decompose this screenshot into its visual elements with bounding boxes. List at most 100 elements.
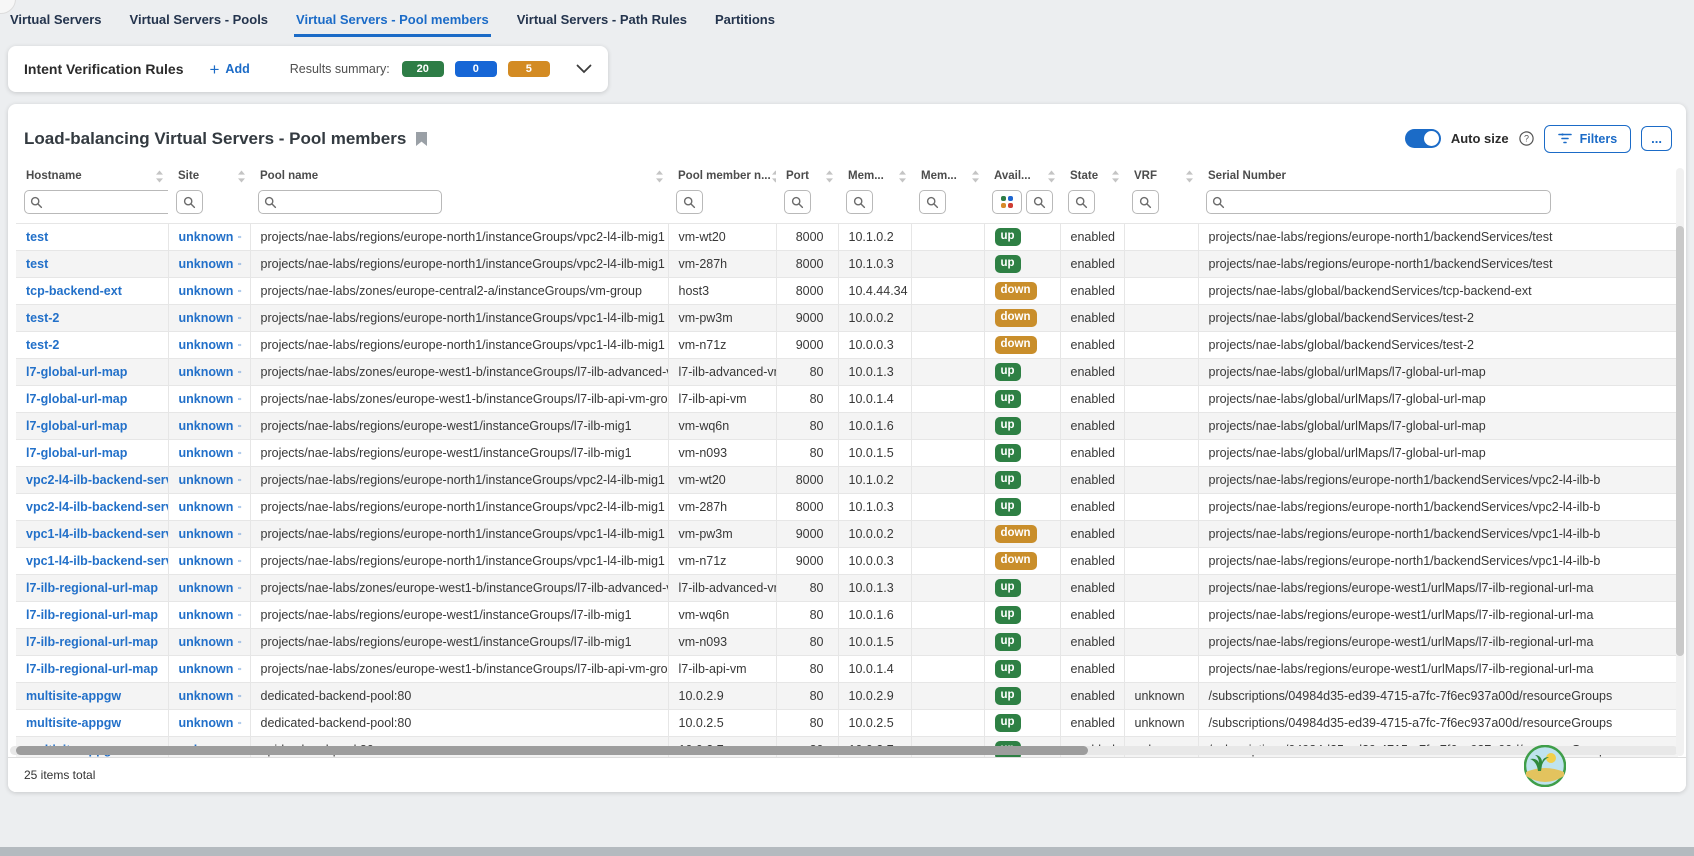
filter-search-pool_name[interactable]: [258, 190, 442, 214]
col-header-state[interactable]: State: [1060, 164, 1124, 188]
hostname-link[interactable]: multisite-appgw: [26, 716, 121, 730]
filter-search-serial[interactable]: [1206, 190, 1551, 214]
hostname-link[interactable]: vpc1-l4-ilb-backend-service: [26, 554, 168, 568]
site-link[interactable]: unknown: [179, 581, 234, 595]
site-link[interactable]: unknown: [179, 554, 234, 568]
results-badge[interactable]: 0: [455, 61, 497, 77]
auto-size-toggle[interactable]: [1405, 129, 1441, 148]
table-row[interactable]: l7-global-url-mapunknownprojects/nae-lab…: [16, 386, 1678, 413]
filter-search-avail[interactable]: [1026, 190, 1053, 214]
filter-search-state[interactable]: [1068, 190, 1095, 214]
site-link[interactable]: unknown: [179, 716, 234, 730]
filter-input-hostname[interactable]: [47, 195, 168, 209]
table-row[interactable]: l7-ilb-regional-url-mapunknownprojects/n…: [16, 656, 1678, 683]
site-link[interactable]: unknown: [179, 365, 234, 379]
bookmark-icon[interactable]: [416, 132, 427, 146]
add-rule-button[interactable]: + Add: [209, 61, 249, 78]
table-row[interactable]: testunknownprojects/nae-labs/regions/eur…: [16, 251, 1678, 278]
sort-icon[interactable]: [237, 170, 246, 183]
site-link[interactable]: unknown: [179, 338, 234, 352]
table-row[interactable]: test-2unknownprojects/nae-labs/regions/e…: [16, 305, 1678, 332]
sort-icon[interactable]: [1047, 170, 1056, 183]
filters-button[interactable]: Filters: [1544, 125, 1632, 153]
table-row[interactable]: multisite-appgwunknowndedicated-backend-…: [16, 710, 1678, 737]
site-link[interactable]: unknown: [179, 257, 234, 271]
tab-virtual-servers-path-rules[interactable]: Virtual Servers - Path Rules: [515, 12, 689, 37]
vertical-scrollbar-thumb[interactable]: [1676, 226, 1684, 656]
filter-search-site[interactable]: [176, 190, 203, 214]
hostname-link[interactable]: test: [26, 230, 48, 244]
col-header-vrf[interactable]: VRF: [1124, 164, 1198, 188]
hostname-link[interactable]: l7-global-url-map: [26, 446, 127, 460]
table-row[interactable]: l7-ilb-regional-url-mapunknownprojects/n…: [16, 575, 1678, 602]
site-link[interactable]: unknown: [179, 662, 234, 676]
col-header-pool_member[interactable]: Pool member n...: [668, 164, 776, 188]
table-row[interactable]: l7-ilb-regional-url-mapunknownprojects/n…: [16, 602, 1678, 629]
hostname-link[interactable]: l7-ilb-regional-url-map: [26, 662, 158, 676]
table-row[interactable]: multisite-appgwunknowndedicated-backend-…: [16, 683, 1678, 710]
col-header-mem1[interactable]: Mem...: [838, 164, 911, 188]
table-row[interactable]: test-2unknownprojects/nae-labs/regions/e…: [16, 332, 1678, 359]
sort-icon[interactable]: [825, 170, 834, 183]
filter-search-port[interactable]: [784, 190, 811, 214]
filter-search-vrf[interactable]: [1132, 190, 1159, 214]
horizontal-scrollbar-thumb[interactable]: [16, 746, 1088, 755]
filter-search-mem1[interactable]: [846, 190, 873, 214]
table-row[interactable]: l7-ilb-regional-url-mapunknownprojects/n…: [16, 629, 1678, 656]
site-link[interactable]: unknown: [179, 635, 234, 649]
vertical-scrollbar[interactable]: [1676, 168, 1684, 756]
sort-icon[interactable]: [155, 170, 164, 183]
hostname-link[interactable]: test: [26, 257, 48, 271]
table-row[interactable]: vpc2-l4-ilb-backend-serviceunknownprojec…: [16, 467, 1678, 494]
sort-icon[interactable]: [971, 170, 980, 183]
sort-icon[interactable]: [771, 170, 776, 183]
site-link[interactable]: unknown: [179, 608, 234, 622]
site-link[interactable]: unknown: [179, 284, 234, 298]
tab-partitions[interactable]: Partitions: [713, 12, 777, 37]
site-link[interactable]: unknown: [179, 311, 234, 325]
col-header-hostname[interactable]: Hostname: [16, 164, 168, 188]
table-row[interactable]: vpc1-l4-ilb-backend-serviceunknownprojec…: [16, 521, 1678, 548]
table-row[interactable]: vpc2-l4-ilb-backend-serviceunknownprojec…: [16, 494, 1678, 521]
filter-input-pool_name[interactable]: [281, 195, 436, 209]
filter-search-pool_member[interactable]: [676, 190, 703, 214]
sort-icon[interactable]: [1111, 170, 1120, 183]
horizontal-scrollbar[interactable]: [10, 746, 1678, 755]
hostname-link[interactable]: l7-ilb-regional-url-map: [26, 608, 158, 622]
hostname-link[interactable]: test-2: [26, 338, 59, 352]
hostname-link[interactable]: l7-global-url-map: [26, 392, 127, 406]
sort-icon[interactable]: [898, 170, 907, 183]
availability-color-filter[interactable]: [992, 190, 1022, 214]
help-icon[interactable]: ?: [1519, 131, 1534, 146]
tab-virtual-servers[interactable]: Virtual Servers: [8, 12, 104, 37]
sort-icon[interactable]: [655, 170, 664, 183]
table-row[interactable]: l7-global-url-mapunknownprojects/nae-lab…: [16, 440, 1678, 467]
site-link[interactable]: unknown: [179, 392, 234, 406]
col-header-mem2[interactable]: Mem...: [911, 164, 984, 188]
tab-virtual-servers-pools[interactable]: Virtual Servers - Pools: [128, 12, 271, 37]
col-header-port[interactable]: Port: [776, 164, 838, 188]
col-header-site[interactable]: Site: [168, 164, 250, 188]
results-badge[interactable]: 5: [508, 61, 550, 77]
table-row[interactable]: tcp-backend-extunknownprojects/nae-labs/…: [16, 278, 1678, 305]
table-row[interactable]: l7-global-url-mapunknownprojects/nae-lab…: [16, 359, 1678, 386]
hostname-link[interactable]: l7-global-url-map: [26, 365, 127, 379]
corner-logo[interactable]: [1524, 745, 1566, 792]
hostname-link[interactable]: test-2: [26, 311, 59, 325]
hostname-link[interactable]: l7-global-url-map: [26, 419, 127, 433]
site-link[interactable]: unknown: [179, 527, 234, 541]
sort-icon[interactable]: [1185, 170, 1194, 183]
site-link[interactable]: unknown: [179, 419, 234, 433]
site-link[interactable]: unknown: [179, 446, 234, 460]
table-row[interactable]: l7-global-url-mapunknownprojects/nae-lab…: [16, 413, 1678, 440]
hostname-link[interactable]: vpc2-l4-ilb-backend-service: [26, 473, 168, 487]
table-row[interactable]: testunknownprojects/nae-labs/regions/eur…: [16, 224, 1678, 251]
hostname-link[interactable]: vpc2-l4-ilb-backend-service: [26, 500, 168, 514]
filter-search-mem2[interactable]: [919, 190, 946, 214]
filter-search-hostname[interactable]: [24, 190, 168, 214]
hostname-link[interactable]: l7-ilb-regional-url-map: [26, 635, 158, 649]
site-link[interactable]: unknown: [179, 500, 234, 514]
chevron-down-icon[interactable]: [576, 64, 592, 74]
hostname-link[interactable]: tcp-backend-ext: [26, 284, 122, 298]
hostname-link[interactable]: vpc1-l4-ilb-backend-service: [26, 527, 168, 541]
